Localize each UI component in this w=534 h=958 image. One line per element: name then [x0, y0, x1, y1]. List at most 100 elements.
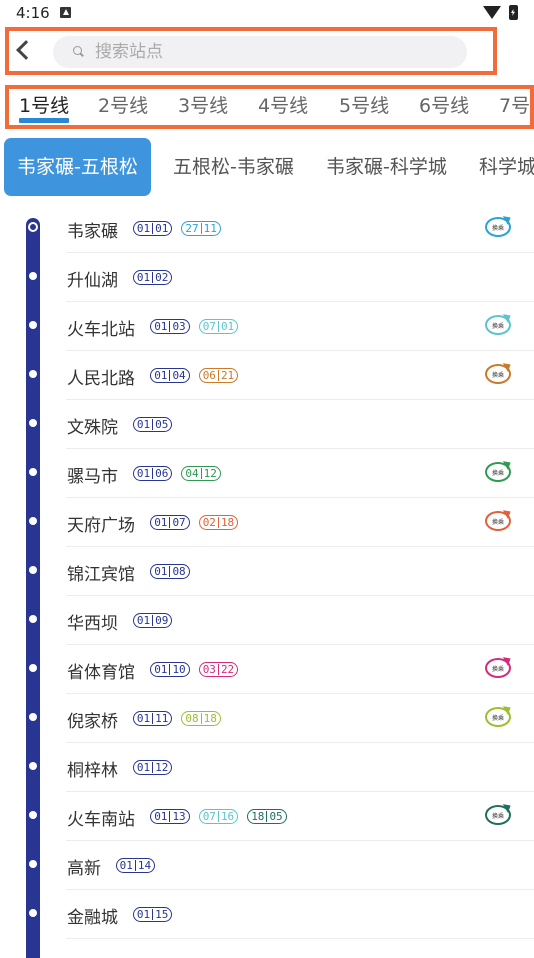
station-row[interactable]: 锦江宾馆 01 08 [0, 547, 534, 596]
station-number: 11 [155, 712, 169, 725]
station-number: 05 [155, 418, 169, 431]
station-codes: 01 04 06 21 [150, 368, 247, 384]
tab-line-2[interactable]: 2号线 [98, 91, 148, 121]
station-code-badge: 07 01 [198, 319, 239, 334]
station-row[interactable]: 火车南站 01 13 07 16 18 05 换乘 [0, 792, 534, 841]
transfer-icon[interactable]: 换乘 [485, 805, 511, 825]
station-codes: 01 02 [132, 270, 182, 286]
line-number: 01 [154, 320, 168, 333]
station-code-badge: 01 12 [132, 760, 173, 775]
station-code-badge: 08 18 [181, 711, 221, 726]
code-separator [217, 321, 219, 332]
station-codes: 01 10 03 22 [150, 662, 247, 678]
transfer-icon[interactable]: 换乘 [485, 707, 511, 727]
tab-line-5[interactable]: 5号线 [339, 91, 389, 121]
tab-line-4[interactable]: 4号线 [258, 91, 308, 121]
line-number: 07 [202, 320, 216, 333]
code-separator [152, 468, 154, 479]
station-row[interactable]: 省体育馆 01 10 03 22 换乘 [0, 645, 534, 694]
station-name: 人民北路 [67, 369, 135, 389]
station-codes: 01 09 [132, 613, 182, 629]
station-number: 22 [220, 663, 235, 676]
code-separator [169, 321, 171, 332]
station-row[interactable]: 文殊院 01 05 [0, 400, 534, 449]
line-number: 01 [136, 418, 151, 431]
tab-line-1[interactable]: 1号线 [19, 91, 70, 123]
transfer-icon[interactable]: 换乘 [485, 217, 511, 237]
code-separator [200, 713, 202, 724]
station-codes: 01 05 [132, 417, 182, 433]
back-icon[interactable] [16, 40, 36, 60]
code-separator [217, 664, 219, 675]
station-row[interactable]: 骡马市 01 06 04 12 换乘 [0, 449, 534, 498]
station-dot [28, 222, 38, 232]
transfer-icon[interactable]: 换乘 [485, 315, 511, 335]
code-separator [152, 713, 154, 724]
transfer-icon[interactable]: 换乘 [485, 462, 511, 482]
transfer-icon[interactable]: 换乘 [485, 658, 511, 678]
station-row[interactable]: 韦家碾 01 01 27 11 换乘 [0, 204, 534, 253]
transfer-icon[interactable]: 换乘 [485, 511, 511, 531]
tab-label: 7号 [499, 95, 531, 117]
station-number: 01 [155, 222, 169, 235]
direction-tab-1[interactable]: 韦家碾-五根松 [4, 138, 151, 196]
station-codes: 01 12 [132, 760, 182, 776]
tab-label: 5号线 [339, 95, 390, 117]
code-separator [152, 223, 154, 234]
station-row[interactable]: 天府广场 01 07 02 18 换乘 [0, 498, 534, 547]
station-row[interactable]: 高新 01 14 [0, 841, 534, 890]
code-separator [217, 370, 219, 381]
station-dot [29, 762, 37, 770]
code-separator [152, 272, 154, 283]
search-input[interactable] [95, 36, 455, 68]
direction-tabs: 韦家碾-五根松 五根松-韦家碾 韦家碾-科学城 科学城 [0, 136, 534, 198]
search-box[interactable] [53, 36, 467, 68]
transfer-label: 换乘 [492, 225, 505, 232]
line-number: 01 [154, 810, 168, 823]
code-separator [134, 860, 136, 871]
direction-tab-3[interactable]: 韦家碾-科学城 [326, 138, 447, 196]
station-codes: 01 03 07 01 [150, 319, 247, 335]
station-number: 08 [172, 565, 186, 578]
tab-line-3[interactable]: 3号线 [178, 91, 228, 121]
station-number: 16 [220, 810, 235, 823]
station-dot [29, 811, 37, 819]
code-separator [200, 468, 202, 479]
station-name: 文殊院 [67, 418, 118, 438]
station-row[interactable]: 金融城 01 15 [0, 890, 534, 939]
search-icon [73, 46, 82, 55]
transfer-icon[interactable]: 换乘 [485, 364, 511, 384]
station-number: 12 [155, 761, 169, 774]
tab-line-6[interactable]: 6号线 [419, 91, 469, 121]
station-name: 韦家碾 [67, 222, 118, 242]
direction-tab-2[interactable]: 五根松-韦家碾 [173, 138, 294, 196]
code-separator [152, 615, 154, 626]
station-code-badge: 04 12 [181, 466, 221, 481]
code-separator [169, 664, 171, 675]
station-row[interactable]: 华西坝 01 09 [0, 596, 534, 645]
station-dot [29, 860, 37, 868]
station-name: 桐梓林 [67, 761, 118, 781]
station-dot [29, 909, 37, 917]
station-row[interactable]: 升仙湖 01 02 [0, 253, 534, 302]
station-code-badge: 01 09 [132, 613, 173, 628]
code-separator [152, 419, 154, 430]
row-divider [66, 938, 534, 939]
station-number: 21 [220, 369, 235, 382]
station-row[interactable]: 倪家桥 01 11 08 18 换乘 [0, 694, 534, 743]
direction-tab-4[interactable]: 科学城 [479, 138, 534, 196]
tab-line-7[interactable]: 7号 [499, 91, 530, 121]
station-name: 火车南站 [67, 810, 135, 830]
station-number: 18 [220, 516, 235, 529]
station-code-badge: 02 18 [198, 515, 239, 530]
transfer-label: 换乘 [492, 372, 505, 379]
wifi-icon [483, 6, 501, 19]
station-dot [29, 517, 37, 525]
station-code-badge: 01 14 [115, 858, 156, 873]
station-row[interactable]: 火车北站 01 03 07 01 换乘 [0, 302, 534, 351]
code-separator [266, 811, 268, 822]
station-dot [29, 713, 37, 721]
station-row[interactable]: 桐梓林 01 12 [0, 743, 534, 792]
station-name: 华西坝 [67, 614, 118, 634]
station-row[interactable]: 人民北路 01 04 06 21 换乘 [0, 351, 534, 400]
